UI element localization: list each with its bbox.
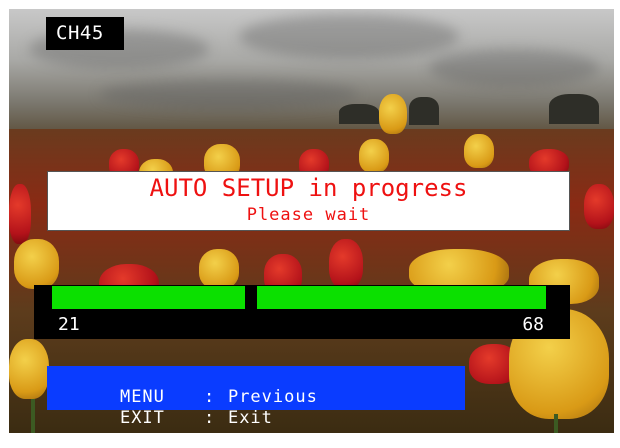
auto-setup-dialog: AUTO SETUP in progress Please wait bbox=[47, 171, 570, 231]
channel-label: CH45 bbox=[56, 22, 104, 44]
exit-key-hint[interactable]: EXIT: Exit bbox=[75, 388, 273, 428]
tulip bbox=[464, 134, 494, 168]
scan-progress-panel: 21 68 bbox=[34, 285, 570, 339]
dialog-title: AUTO SETUP in progress bbox=[149, 174, 468, 202]
channel-indicator: CH45 bbox=[46, 17, 124, 50]
stem bbox=[31, 399, 35, 433]
progress-bar-segment bbox=[52, 286, 245, 309]
tulip bbox=[14, 239, 59, 289]
cloud bbox=[99, 79, 359, 109]
action-label: Exit bbox=[227, 408, 273, 428]
tulip bbox=[199, 249, 239, 289]
tulip bbox=[359, 139, 389, 173]
progress-end-label: 68 bbox=[522, 314, 544, 335]
cloud bbox=[429, 49, 599, 87]
tulip bbox=[9, 184, 31, 244]
treeline bbox=[339, 104, 379, 124]
treeline bbox=[549, 94, 599, 124]
tulip bbox=[329, 239, 363, 289]
tulip bbox=[9, 339, 49, 399]
treeline bbox=[409, 97, 439, 125]
menu-key-hint[interactable]: MENU: Previous bbox=[75, 367, 318, 407]
separator: : bbox=[203, 408, 216, 428]
tulip bbox=[584, 184, 614, 229]
stem bbox=[554, 414, 558, 433]
dialog-subtitle: Please wait bbox=[246, 205, 371, 225]
progress-start-label: 21 bbox=[58, 314, 80, 335]
tulip bbox=[379, 94, 407, 134]
key-hint-panel: MENU: Previous EXIT: Exit bbox=[47, 366, 465, 428]
progress-bar-segment bbox=[257, 286, 546, 309]
cloud bbox=[239, 14, 459, 59]
key-label: EXIT bbox=[119, 408, 165, 428]
